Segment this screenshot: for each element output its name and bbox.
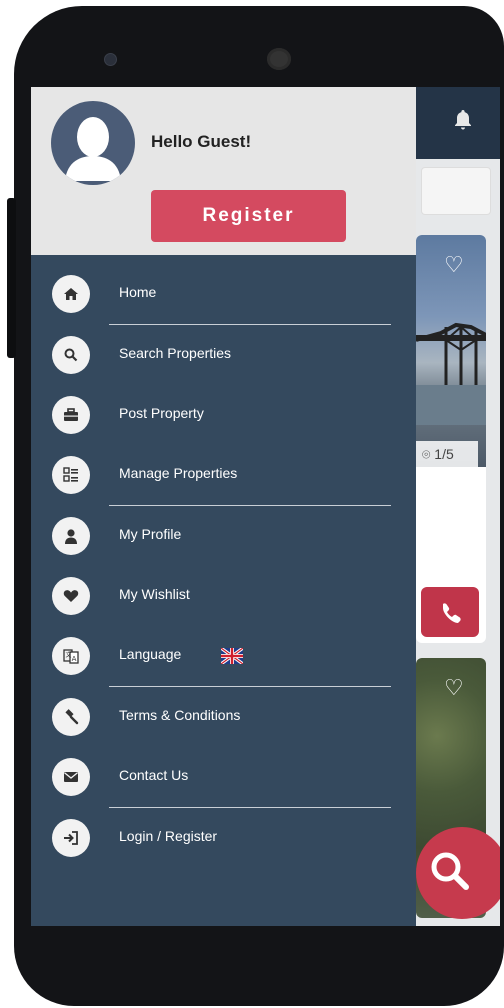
menu-item-label: My Profile bbox=[119, 526, 182, 542]
sign-in-icon bbox=[52, 819, 90, 857]
favorite-heart-icon[interactable]: ♡ bbox=[444, 676, 464, 701]
menu-item-language[interactable]: A文 Language bbox=[31, 626, 416, 686]
menu-item-terms-conditions[interactable]: Terms & Conditions bbox=[31, 687, 416, 747]
menu-item-label: Search Properties bbox=[119, 345, 232, 361]
translate-icon: A文 bbox=[52, 637, 90, 675]
call-button[interactable] bbox=[421, 587, 479, 637]
menu-item-my-profile[interactable]: My Profile bbox=[31, 506, 416, 566]
svg-text:文: 文 bbox=[66, 651, 72, 659]
menu-item-manage-properties[interactable]: Manage Properties bbox=[31, 445, 416, 505]
menu-item-label: Language bbox=[119, 646, 182, 662]
envelope-icon bbox=[52, 758, 90, 796]
menu-item-login-register[interactable]: Login / Register bbox=[31, 808, 416, 868]
menu-item-my-wishlist[interactable]: My Wishlist bbox=[31, 566, 416, 626]
greeting-text: Hello Guest! bbox=[151, 132, 252, 151]
menu-item-label: Login / Register bbox=[119, 828, 218, 844]
menu-item-label: Post Property bbox=[119, 405, 204, 421]
gavel-icon bbox=[52, 698, 90, 736]
earpiece-speaker bbox=[267, 48, 291, 70]
bell-icon[interactable] bbox=[453, 109, 473, 131]
navigation-drawer: Hello Guest! Register Home Search Proper… bbox=[31, 87, 416, 926]
photo-counter-text: 1/5 bbox=[434, 446, 454, 462]
phone-icon bbox=[443, 603, 461, 623]
menu-item-label: Contact Us bbox=[119, 767, 189, 783]
heart-icon bbox=[52, 577, 90, 615]
photo-counter: ⌾ 1/5 bbox=[416, 441, 478, 467]
front-camera bbox=[104, 53, 117, 66]
svg-text:A: A bbox=[72, 655, 77, 663]
favorite-heart-icon[interactable]: ♡ bbox=[444, 253, 464, 278]
uk-flag-icon[interactable] bbox=[221, 648, 243, 664]
menu-item-contact-us[interactable]: Contact Us bbox=[31, 747, 416, 807]
menu-item-label: My Wishlist bbox=[119, 586, 190, 602]
menu-item-post-property[interactable]: Post Property bbox=[31, 385, 416, 445]
home-icon bbox=[52, 275, 90, 313]
user-icon bbox=[52, 517, 90, 555]
property-card[interactable]: ♡ ⌾ 1/5 bbox=[416, 235, 486, 643]
search-bar[interactable] bbox=[421, 167, 491, 215]
search-icon bbox=[431, 852, 469, 890]
screen: ♡ ⌾ 1/5 ♡ Hello Guest! Register Home Sea… bbox=[31, 87, 500, 926]
briefcase-icon bbox=[52, 396, 90, 434]
menu-item-home[interactable]: Home bbox=[31, 264, 416, 324]
drawer-header: Hello Guest! Register bbox=[31, 87, 416, 255]
search-fab[interactable] bbox=[416, 827, 500, 919]
camera-icon: ⌾ bbox=[422, 446, 435, 462]
grid-list-icon bbox=[52, 456, 90, 494]
user-avatar-icon bbox=[65, 117, 121, 181]
avatar[interactable] bbox=[51, 101, 135, 185]
menu-item-label: Manage Properties bbox=[119, 465, 238, 481]
side-button bbox=[7, 198, 16, 358]
search-icon bbox=[52, 336, 90, 374]
menu-item-label: Home bbox=[119, 284, 157, 300]
menu-item-search-properties[interactable]: Search Properties bbox=[31, 325, 416, 385]
menu-item-label: Terms & Conditions bbox=[119, 707, 241, 723]
register-button[interactable]: Register bbox=[151, 190, 346, 242]
